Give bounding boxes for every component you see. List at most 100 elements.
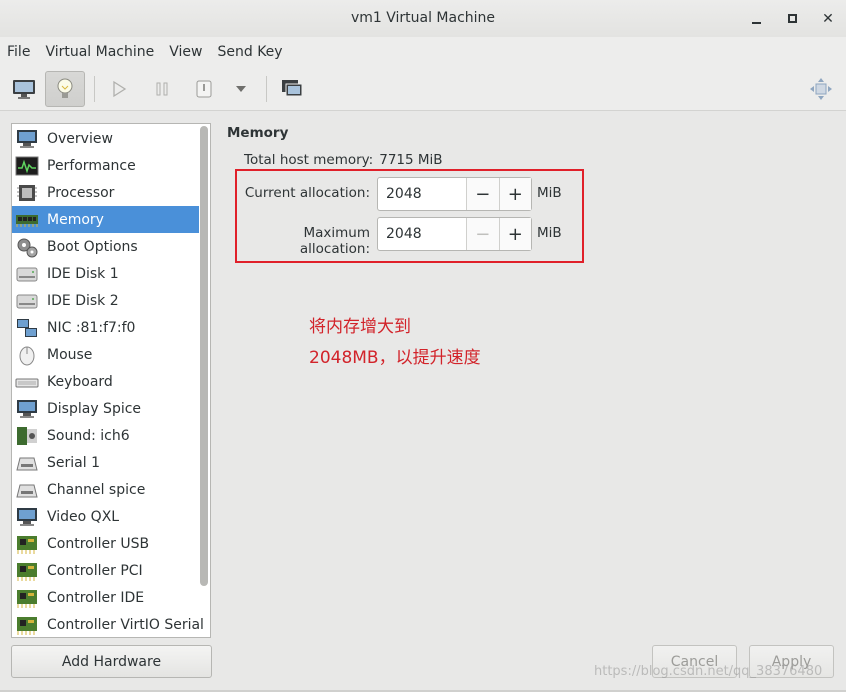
- shutdown-button[interactable]: [184, 71, 224, 107]
- sidebar-item-label: Serial 1: [47, 454, 100, 471]
- toolbar-separator: [94, 76, 95, 102]
- section-title: Memory: [227, 125, 289, 141]
- menu-bar: File Virtual Machine View Send Key: [0, 37, 846, 67]
- menu-send-key[interactable]: Send Key: [217, 44, 282, 60]
- sidebar-item-controller-virtio-serial[interactable]: Controller VirtIO Serial: [12, 611, 204, 637]
- power-icon: [196, 80, 212, 98]
- monitor-icon: [13, 80, 35, 99]
- cpu-chip-icon: [17, 184, 37, 201]
- sidebar-item-label: Controller PCI: [47, 562, 143, 579]
- sidebar-item-processor[interactable]: Processor: [12, 179, 199, 206]
- gears-icon: [17, 238, 38, 257]
- window-title: vm1 Virtual Machine: [350, 10, 496, 26]
- sidebar-item-label: Video QXL: [47, 508, 120, 525]
- snapshots-button[interactable]: [272, 71, 312, 107]
- sidebar-item-label: Boot Options: [47, 238, 138, 255]
- sidebar-item-controller-pci[interactable]: Controller PCI: [12, 557, 199, 584]
- host-memory-value: 7715 MiB: [379, 152, 443, 168]
- mouse-icon: [19, 346, 35, 365]
- close-button[interactable]: ✕: [810, 0, 846, 37]
- sidebar-scrollbar[interactable]: [200, 126, 208, 586]
- sidebar-item-serial-1[interactable]: Serial 1: [12, 449, 199, 476]
- monitor-icon: [17, 129, 37, 148]
- annotation-note: 将内存增大到2048MB，以提升速度: [309, 317, 481, 368]
- minimize-button[interactable]: [738, 0, 774, 37]
- sidebar-item-mouse[interactable]: Mouse: [12, 341, 199, 368]
- sidebar-item-controller-usb[interactable]: Controller USB: [12, 530, 199, 557]
- sidebar-item-video-qxl[interactable]: Video QXL: [12, 503, 199, 530]
- sidebar-item-sound-ich6[interactable]: Sound: ich6: [12, 422, 199, 449]
- maximize-button[interactable]: [774, 0, 810, 37]
- sidebar-item-label: Controller VirtIO Serial: [47, 616, 204, 633]
- monitor-icon: [17, 507, 37, 526]
- sidebar-item-keyboard[interactable]: Keyboard: [12, 368, 199, 395]
- controller-card-icon: [17, 616, 37, 635]
- sidebar-item-performance[interactable]: Performance: [12, 152, 199, 179]
- sidebar-item-nic-81-f7-f0[interactable]: NIC :81:f7:f0: [12, 314, 199, 341]
- toolbar: [0, 67, 846, 111]
- menu-file[interactable]: File: [7, 44, 30, 60]
- run-button[interactable]: [99, 71, 139, 107]
- keyboard-icon: [15, 378, 39, 387]
- serial-port-icon: [16, 457, 38, 470]
- sidebar-item-label: Controller IDE: [47, 589, 145, 606]
- resize-button[interactable]: [801, 71, 841, 107]
- hardware-list[interactable]: Overview Performance Processor Memory Boot O…: [11, 123, 211, 638]
- add-hardware-button[interactable]: Add Hardware: [11, 645, 212, 678]
- sidebar-item-label: Mouse: [47, 346, 93, 363]
- pause-icon: [156, 82, 168, 96]
- host-memory-label: Total host memory:: [244, 152, 374, 168]
- controller-card-icon: [17, 589, 37, 608]
- serial-port-icon: [16, 484, 38, 497]
- sidebar-item-ide-disk-2[interactable]: IDE Disk 2: [12, 287, 199, 314]
- menu-view[interactable]: View: [169, 44, 202, 60]
- host-memory: Total host memory: 7715 MiB: [244, 152, 443, 168]
- sidebar-item-label: NIC :81:f7:f0: [47, 319, 136, 336]
- snapshot-icon: [282, 80, 303, 97]
- sidebar-item-channel-spice[interactable]: Channel spice: [12, 476, 199, 503]
- sidebar-item-label: IDE Disk 1: [47, 265, 119, 282]
- sidebar-item-controller-ide[interactable]: Controller IDE: [12, 584, 199, 611]
- close-icon: ✕: [822, 10, 834, 27]
- sidebar-item-label: Display Spice: [47, 400, 142, 417]
- details-button[interactable]: [45, 71, 85, 107]
- lightbulb-icon: [57, 78, 73, 98]
- maximize-icon: [787, 14, 797, 23]
- console-button[interactable]: [4, 71, 44, 107]
- sidebar-item-boot-options[interactable]: Boot Options: [12, 233, 199, 260]
- minimize-icon: [751, 21, 761, 24]
- shutdown-menu-button[interactable]: [222, 71, 260, 107]
- highlight-box: [235, 169, 584, 263]
- menu-virtual-machine[interactable]: Virtual Machine: [45, 44, 154, 60]
- sidebar-item-label: Controller USB: [47, 535, 150, 552]
- sidebar-item-label: Processor: [47, 184, 115, 201]
- sidebar-item-label: IDE Disk 2: [47, 292, 119, 309]
- dropdown-arrow-icon: [236, 86, 246, 92]
- disk-drive-icon: [16, 267, 38, 281]
- memory-module-icon: [16, 214, 38, 227]
- fullscreen-move-icon: [810, 78, 832, 100]
- sidebar-item-label: Memory: [47, 211, 104, 228]
- toolbar-separator: [266, 76, 267, 102]
- sidebar-item-label: Performance: [47, 157, 136, 174]
- sidebar-item-label: Keyboard: [47, 373, 113, 390]
- controller-card-icon: [17, 562, 37, 581]
- sidebar-item-label: Overview: [47, 130, 113, 147]
- controller-card-icon: [17, 535, 37, 554]
- network-icon: [17, 318, 37, 337]
- performance-graph-icon: [15, 156, 39, 175]
- sidebar-item-ide-disk-1[interactable]: IDE Disk 1: [12, 260, 199, 287]
- title-bar: vm1 Virtual Machine ✕: [0, 0, 846, 37]
- sidebar-item-label: Sound: ich6: [47, 427, 130, 444]
- pause-button[interactable]: [142, 71, 182, 107]
- sound-card-icon: [17, 426, 37, 445]
- sidebar-item-label: Channel spice: [47, 481, 146, 498]
- monitor-icon: [17, 399, 37, 418]
- window-controls: ✕: [738, 0, 846, 37]
- sidebar-item-overview[interactable]: Overview: [12, 125, 199, 152]
- disk-drive-icon: [16, 294, 38, 308]
- sidebar-item-memory[interactable]: Memory: [12, 206, 199, 233]
- watermark: https://blog.csdn.net/qq_38376480: [594, 664, 823, 679]
- sidebar-item-display-spice[interactable]: Display Spice: [12, 395, 199, 422]
- play-icon: [113, 80, 127, 98]
